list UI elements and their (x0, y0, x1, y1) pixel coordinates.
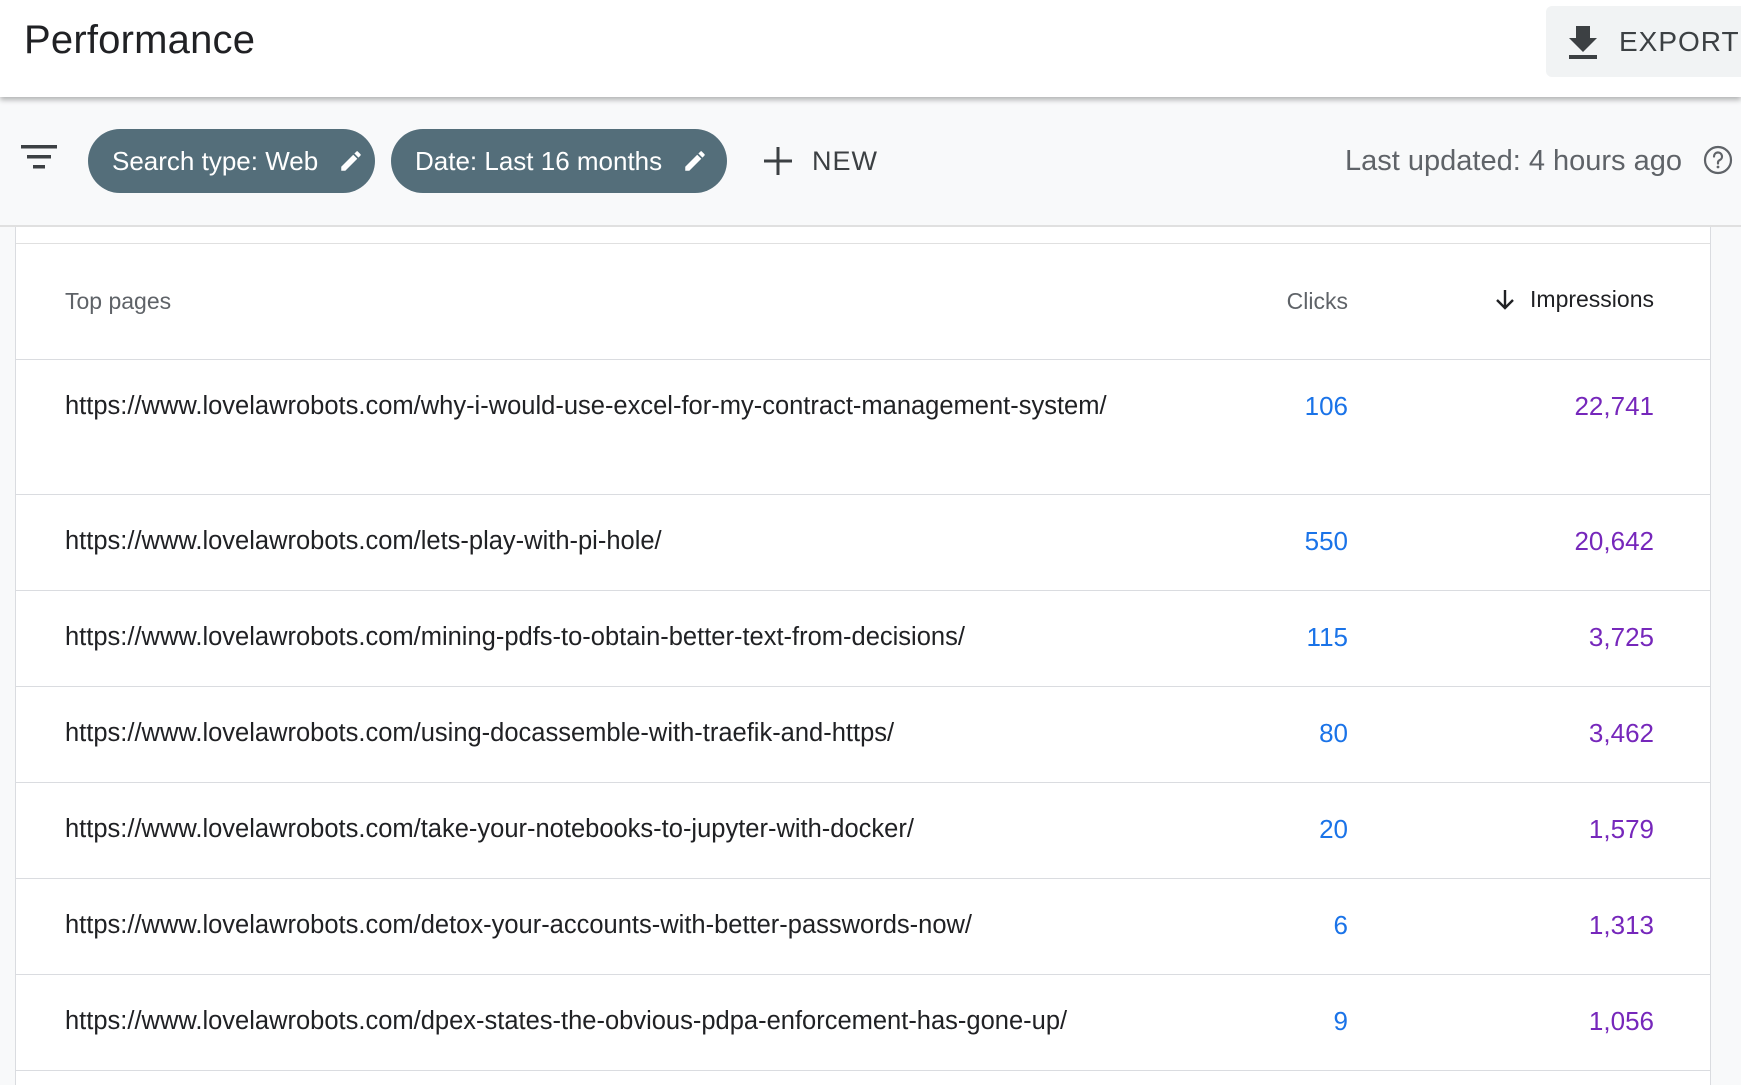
filter-list-icon[interactable] (21, 143, 57, 171)
page-url: https://www.lovelawrobots.com/using-doca… (65, 719, 895, 747)
arrow-down-icon (1496, 289, 1514, 310)
new-filter-button[interactable]: NEW (762, 129, 878, 193)
impressions-header-label: Impressions (1530, 286, 1654, 312)
date-chip[interactable]: Date: Last 16 months (391, 129, 727, 193)
page-url: https://www.lovelawrobots.com/why-i-woul… (65, 392, 1107, 420)
top-pages-card: Top pages Clicks Impressions https://www… (15, 225, 1711, 1085)
table-header: Top pages Clicks Impressions (16, 244, 1710, 360)
clicks-value: 80 (1319, 718, 1348, 748)
date-chip-label: Date: Last 16 months (415, 145, 663, 176)
clicks-value: 106 (1304, 391, 1348, 421)
clicks-value: 115 (1306, 622, 1348, 652)
new-filter-label: NEW (812, 145, 878, 176)
help-circle-icon[interactable] (1703, 145, 1733, 175)
impressions-value: 20,642 (1574, 526, 1654, 556)
export-button[interactable]: EXPORT (1546, 6, 1741, 77)
impressions-value: 3,725 (1588, 622, 1654, 652)
last-updated-text: Last updated: 4 hours ago (1345, 145, 1682, 177)
table-row[interactable]: https://www.lovelawrobots.com/mining-pdf… (16, 591, 1710, 687)
impressions-value: 1,313 (1588, 910, 1654, 940)
impressions-value: 22,741 (1574, 391, 1654, 421)
table-row[interactable]: https://www.lovelawrobots.com/why-i-woul… (16, 360, 1710, 495)
table-row[interactable]: https://www.lovelawrobots.com/detox-your… (16, 879, 1710, 975)
search-type-chip[interactable]: Search type: Web (88, 129, 375, 193)
impressions-value: 3,462 (1588, 718, 1654, 748)
page-url: https://www.lovelawrobots.com/lets-play-… (65, 527, 662, 555)
impressions-value: 1,579 (1588, 814, 1654, 844)
filter-bar: Search type: Web Date: Last 16 months NE… (0, 97, 1741, 227)
clicks-value: 20 (1319, 814, 1348, 844)
top-pages-table: Top pages Clicks Impressions https://www… (16, 244, 1710, 1071)
clicks-value: 6 (1333, 910, 1348, 940)
page-title: Performance (24, 18, 256, 62)
export-label: EXPORT (1619, 25, 1740, 57)
table-row[interactable]: https://www.lovelawrobots.com/dpex-state… (16, 975, 1710, 1071)
table-row[interactable]: https://www.lovelawrobots.com/lets-play-… (16, 495, 1710, 591)
clicks-value: 550 (1304, 526, 1348, 556)
column-header-top-pages: Top pages (65, 288, 172, 314)
download-icon (1569, 25, 1597, 59)
page-url: https://www.lovelawrobots.com/mining-pdf… (65, 623, 965, 651)
clicks-value: 9 (1333, 1006, 1348, 1036)
pencil-icon (341, 151, 361, 171)
table-row[interactable]: https://www.lovelawrobots.com/take-your-… (16, 783, 1710, 879)
table-row[interactable]: https://www.lovelawrobots.com/using-doca… (16, 687, 1710, 783)
plus-icon (764, 147, 792, 175)
column-header-impressions[interactable]: Impressions (1494, 286, 1654, 313)
impressions-value: 1,056 (1588, 1006, 1654, 1036)
page-url: https://www.lovelawrobots.com/dpex-state… (65, 1007, 1068, 1035)
pencil-icon (685, 151, 705, 171)
search-type-chip-label: Search type: Web (112, 145, 319, 176)
page-url: https://www.lovelawrobots.com/detox-your… (65, 911, 973, 939)
column-header-clicks[interactable]: Clicks (1287, 288, 1348, 315)
page-url: https://www.lovelawrobots.com/take-your-… (65, 815, 914, 843)
top-bar: Performance EXPORT (0, 0, 1741, 97)
